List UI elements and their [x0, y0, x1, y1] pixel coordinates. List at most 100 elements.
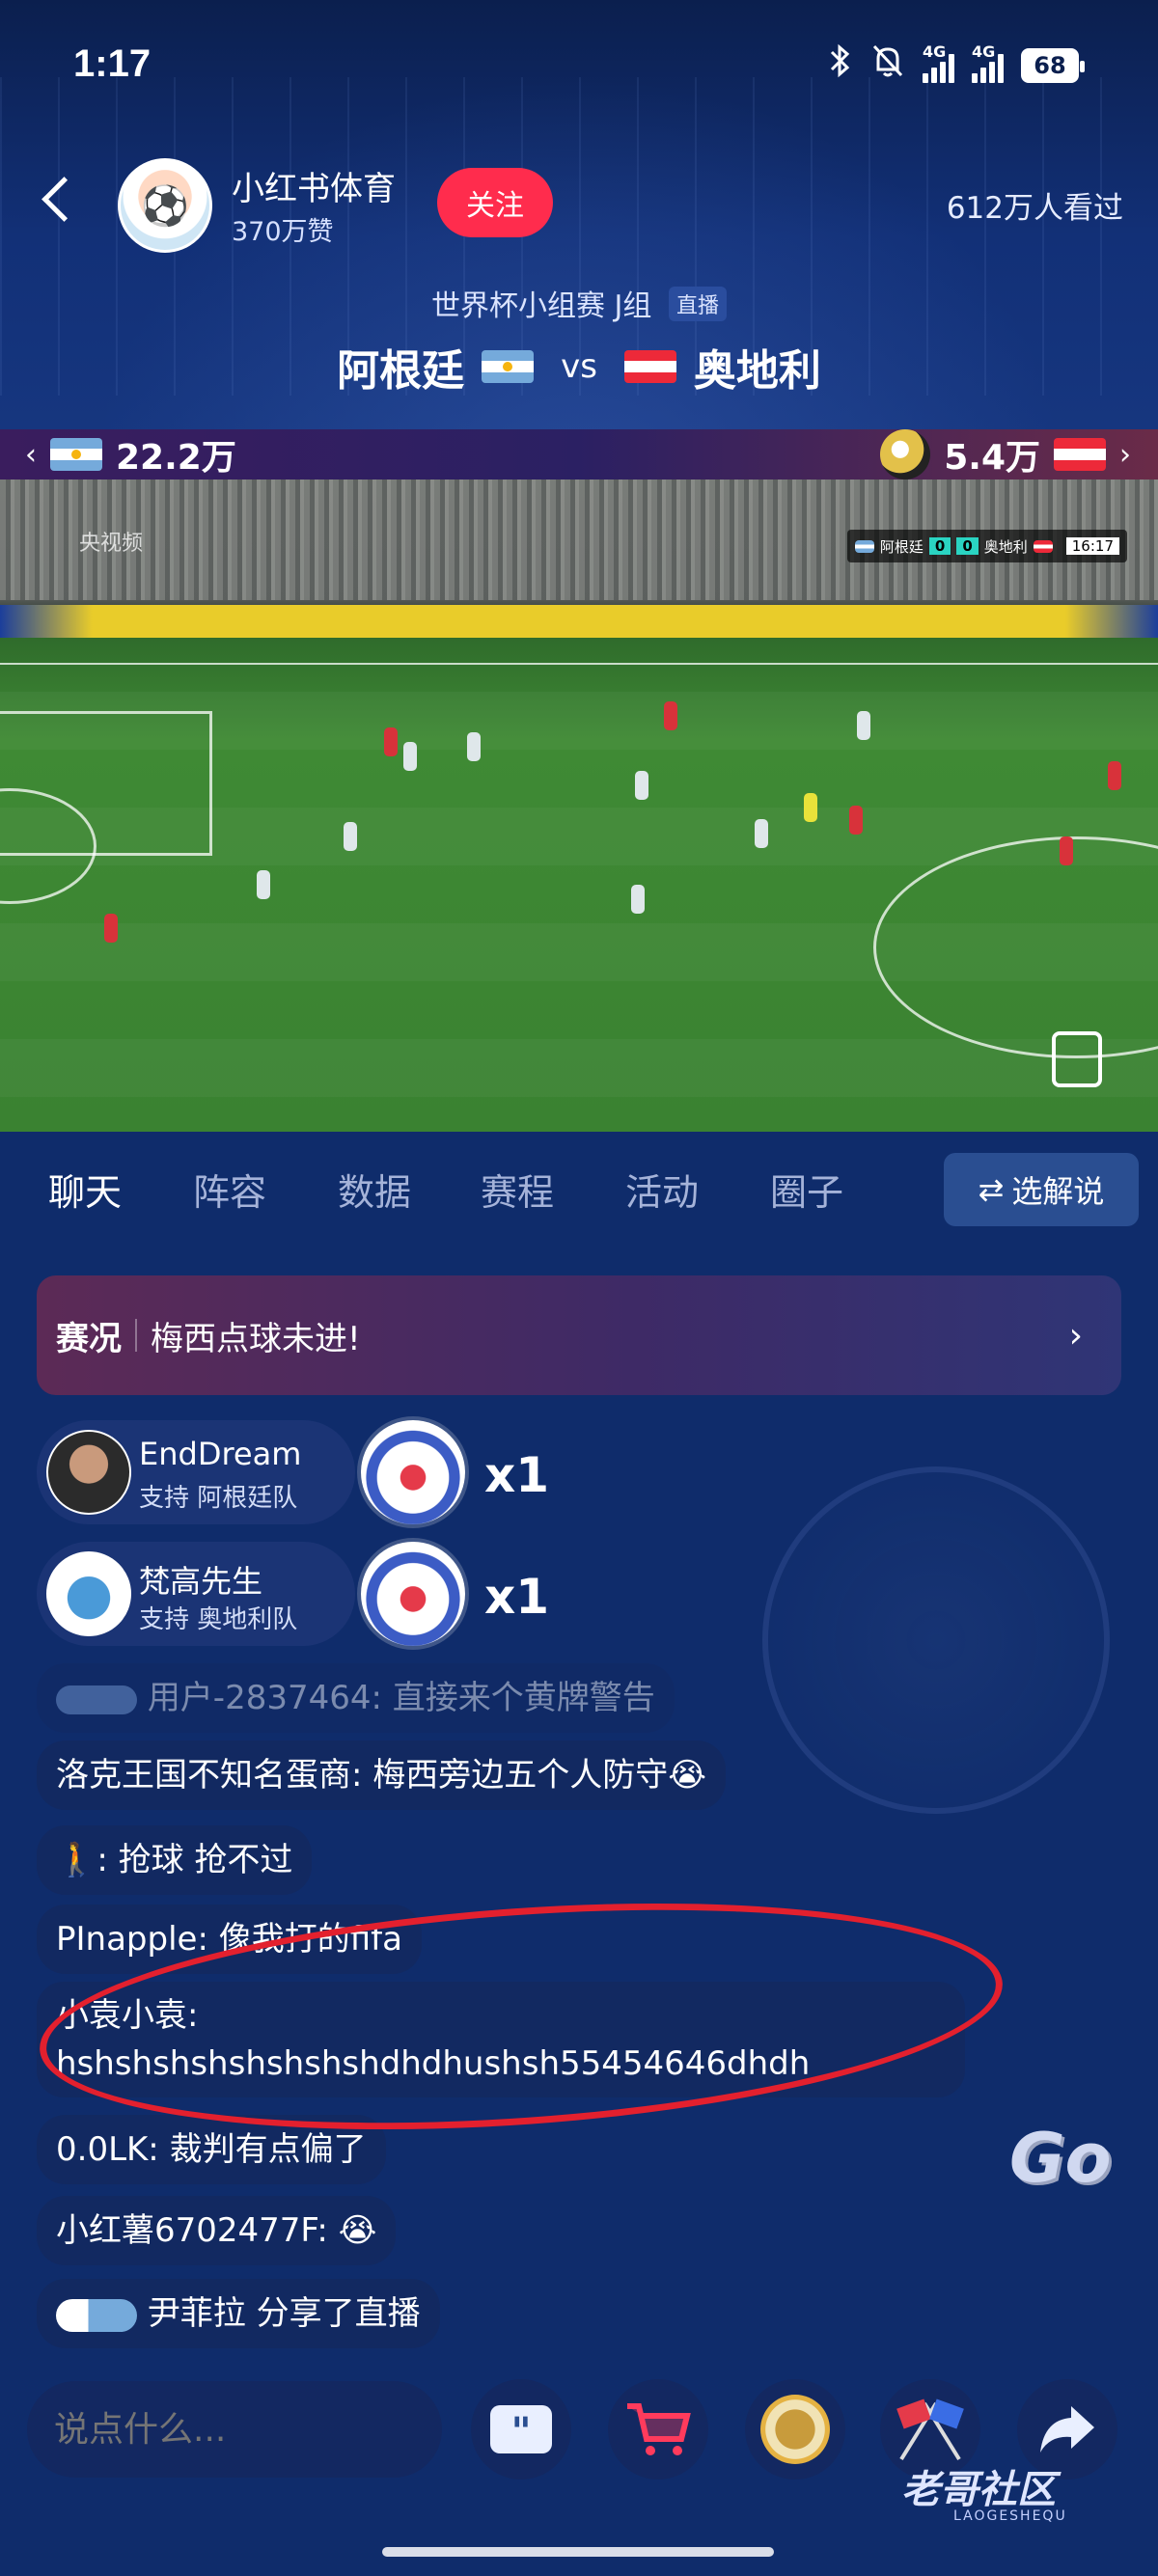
bluetooth-icon	[828, 42, 853, 88]
tab-data[interactable]: 数据	[338, 1163, 411, 1216]
football-gift-icon	[361, 1420, 465, 1524]
touchline	[0, 663, 1158, 665]
football-icon	[880, 429, 931, 480]
signal-icon-2: 4G	[972, 42, 1004, 83]
gift-sender-team: 支持 阿根廷队	[139, 1484, 298, 1513]
chat-message[interactable]: 用户-2837464: 直接来个黄牌警告	[37, 1663, 675, 1733]
player	[104, 914, 118, 943]
quote-comment-button[interactable]: "	[471, 2379, 571, 2480]
chat-username: 小红薯6702477F:	[56, 2211, 328, 2250]
shopping-cart-icon	[627, 2403, 691, 2455]
tab-chat[interactable]: 聊天	[48, 1163, 122, 1216]
player	[857, 711, 870, 740]
austria-flag-icon	[1033, 539, 1053, 553]
event-text: 梅西点球未进!	[151, 1319, 361, 1358]
tab-circle[interactable]: 圈子	[770, 1163, 843, 1216]
match-stage: 世界杯小组赛 J组	[431, 289, 652, 323]
choose-commentary-label: 选解说	[1011, 1173, 1105, 1210]
home-support[interactable]: ‹ 22.2万	[25, 429, 236, 480]
quote-icon: "	[490, 2405, 552, 2454]
avatar[interactable]	[46, 1430, 131, 1515]
home-support-count: 22.2万	[116, 438, 236, 478]
chevron-right-icon[interactable]: ›	[1119, 438, 1131, 472]
chat-text: 抢球 抢不过	[118, 1841, 293, 1879]
chat-username: 0.0LK:	[56, 2130, 159, 2169]
gift-notification: 梵高先生 支持 奥地利队	[37, 1542, 355, 1646]
choose-commentary-button[interactable]: ⇄ 选解说	[944, 1153, 1139, 1226]
status-time: 1:17	[73, 42, 152, 85]
live-video-player[interactable]: 央视频 阿根廷 0 0 奥地利 16:17	[0, 480, 1158, 1132]
chat-text: 😭	[338, 2211, 377, 2250]
back-button[interactable]	[37, 172, 79, 230]
tab-schedule[interactable]: 赛程	[481, 1163, 554, 1216]
away-support[interactable]: 5.4万 ›	[880, 429, 1131, 480]
match-event-banner[interactable]: 赛况 梅西点球未进! ›	[37, 1275, 1121, 1395]
gift-coin-button[interactable]	[745, 2379, 845, 2480]
chevron-right-icon[interactable]: ›	[1069, 1316, 1083, 1356]
home-indicator[interactable]	[382, 2547, 774, 2557]
away-team-name: 奥地利	[693, 346, 821, 396]
player	[467, 732, 481, 761]
gift-sender-name: EndDream	[139, 1436, 302, 1472]
austria-flag-icon	[623, 350, 676, 383]
channel-name[interactable]: 小红书体育	[232, 162, 396, 209]
support-bar[interactable]: ‹ 22.2万 5.4万 ›	[0, 429, 1158, 480]
avatar[interactable]	[46, 1551, 131, 1636]
chat-input[interactable]	[27, 2381, 442, 2478]
player	[849, 806, 863, 835]
chat-username: 尹菲拉	[147, 2294, 246, 2333]
gift-count: x1	[484, 1447, 550, 1503]
gift-count: x1	[484, 1569, 550, 1625]
player	[804, 793, 817, 822]
battery-icon: 68	[1021, 47, 1085, 83]
signal-icon-1: 4G	[923, 42, 954, 83]
vs-label: vs	[561, 347, 597, 386]
brand-watermark: 老哥社区	[901, 2468, 1056, 2512]
go-badge[interactable]: Go	[1009, 2119, 1129, 2206]
chat-username: 用户-2837464:	[147, 1679, 382, 1717]
player	[631, 885, 645, 914]
shop-button[interactable]	[608, 2379, 708, 2480]
crossed-flags-icon	[896, 2398, 964, 2461]
broadcaster-watermark: 央视频	[79, 532, 144, 556]
chat-message[interactable]: 小红薯6702477F: 😭	[37, 2196, 397, 2265]
live-tag: 直播	[668, 287, 727, 321]
channel-avatar[interactable]: ⚽	[118, 158, 212, 253]
scoreboard: 阿根廷 0 0 奥地利 16:17	[846, 530, 1127, 562]
user-badge-icon	[56, 1685, 137, 1714]
scoreboard-away-score: 0	[956, 537, 979, 555]
gift-notification: EndDream 支持 阿根廷队	[37, 1420, 355, 1524]
chat-username: :	[96, 1841, 108, 1879]
chevron-left-icon[interactable]: ‹	[25, 438, 37, 472]
person-walking-icon: 🚶	[56, 1841, 97, 1879]
chat-message[interactable]: 🚶: 抢球 抢不过	[37, 1825, 313, 1895]
rotate-screen-icon[interactable]	[1052, 1031, 1102, 1087]
swap-icon: ⇄	[978, 1171, 1005, 1208]
player	[664, 701, 677, 730]
status-icons: 4G 4G 68	[828, 42, 1085, 88]
team-badge-icon	[56, 2298, 137, 2332]
divider	[135, 1319, 137, 1352]
advertising-boards	[0, 605, 1158, 638]
gift-sender-name: 梵高先生	[139, 1563, 263, 1600]
viewer-count: 612万人看过	[946, 191, 1123, 226]
argentina-flag-icon	[854, 539, 874, 553]
follow-button[interactable]: 关注	[437, 168, 553, 237]
tab-lineup[interactable]: 阵容	[193, 1163, 266, 1216]
center-circle	[873, 836, 1158, 1058]
player	[257, 870, 270, 899]
chat-text: 裁判有点偏了	[169, 2130, 367, 2169]
match-subtitle: 世界杯小组赛 J组 直播	[0, 282, 1158, 324]
tab-activity[interactable]: 活动	[625, 1163, 699, 1216]
coin-icon	[760, 2395, 830, 2464]
match-title: 阿根廷 vs 奥地利	[0, 336, 1158, 397]
argentina-flag-icon	[50, 438, 102, 471]
share-notification[interactable]: 尹菲拉 分享了直播	[37, 2279, 440, 2348]
chat-text: 分享了直播	[256, 2294, 421, 2333]
background-football-decoration	[762, 1466, 1110, 1814]
player	[344, 822, 357, 851]
argentina-flag-icon	[482, 350, 535, 383]
player	[635, 771, 648, 800]
chat-text: 梅西旁边五个人防守😭	[372, 1756, 707, 1795]
chat-message[interactable]: 洛克王国不知名蛋商: 梅西旁边五个人防守😭	[37, 1740, 727, 1810]
